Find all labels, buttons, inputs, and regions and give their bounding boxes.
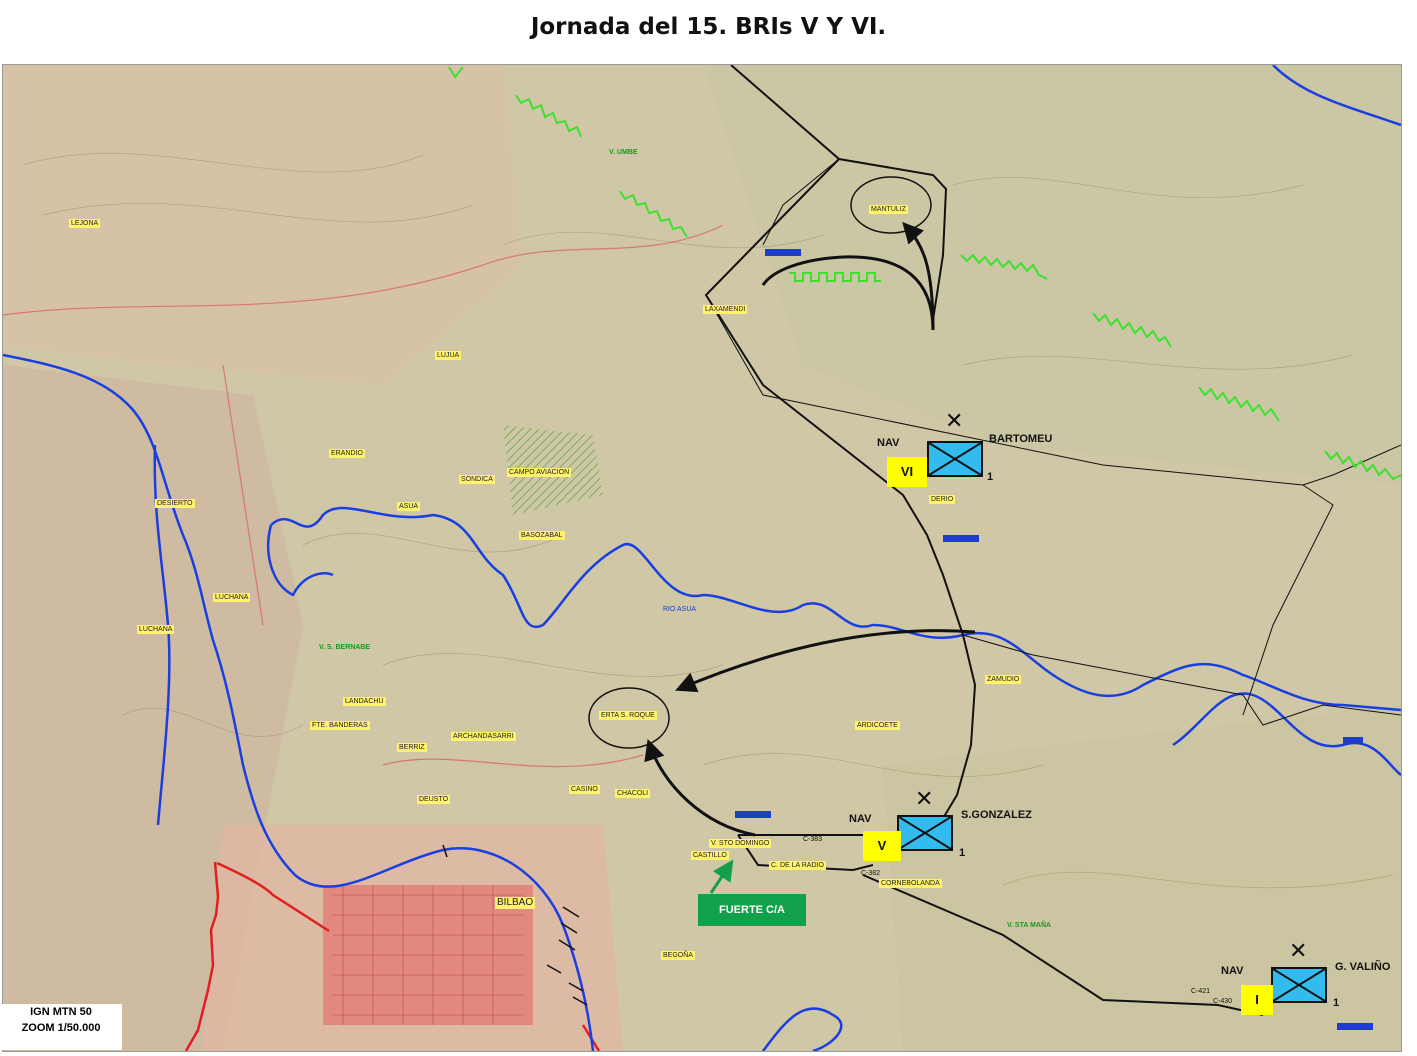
place-c421: C-421 [1191,988,1211,995]
unit-prefix: NAV [1221,965,1244,977]
place-castillo: CASTILLO [691,851,729,860]
unit-suffix: 1 [1333,997,1340,1009]
flag-icon [1343,737,1363,744]
command-cross-icon: ✕ [945,409,964,434]
place-zamudio: ZAMUDIO [985,675,1022,684]
place-bilbao: BILBAO [495,897,536,909]
place-landachu: LANDACHU [343,697,386,706]
unit-designation: VI [887,457,927,487]
unit-suffix: 1 [959,847,966,859]
command-cross-icon: ✕ [915,787,934,812]
place-luchana-1: LUCHANA [213,593,251,602]
place-berriz: BERRIZ [397,743,427,752]
source-box: IGN MTN 50 ZOOM 1/50.000 [0,1004,122,1050]
place-laxamendi: LAXAMENDI [703,305,748,314]
place-archandasarri: ARCHANDASARRI [451,732,516,741]
place-c-de-la-radio: C. DE LA RADIO [769,861,826,870]
place-lujua: LUJUA [435,351,462,360]
place-erandio: ERANDIO [329,449,365,458]
command-cross-icon: ✕ [1289,939,1308,964]
place-v-sto-domingo: V. STO DOMINGO [709,839,772,848]
unit-suffix: 1 [987,471,994,483]
place-sondica: SONDICA [459,475,495,484]
place-c383: C-383 [803,836,823,843]
place-v-umbe: V. UMBE [609,149,638,156]
place-deusto: DEUSTO [417,795,451,804]
infantry-unit-icon [1271,967,1327,1003]
place-erta-s-roque: ERTA S. ROQUE [599,711,657,720]
unit-commander: G. VALIÑO [1335,961,1391,973]
place-ardicoete: ARDICOETE [855,721,900,730]
unit-commander: BARTOMEU [989,433,1053,445]
source-line-2: ZOOM 1/50.000 [21,1022,101,1034]
place-asua: ASUA [397,502,421,511]
unit-designation: V [863,831,901,861]
place-basozabal: BASOZABAL [519,531,565,540]
place-lejona: LEJONA [69,219,101,228]
flag-icon [943,535,979,542]
place-luchana-2: LUCHANA [137,625,175,634]
source-line-1: IGN MTN 50 [30,1006,92,1018]
place-begona: BEGOÑA [661,951,695,960]
page-title: Jornada del 15. BRIs V Y VI. [530,14,887,40]
place-fte-banderas: FTE. BANDERAS [310,721,370,730]
place-rio-asua: RIO ASUA [663,606,697,613]
place-v-sta-mana: V. STA MAÑA [1007,922,1052,929]
place-campo-aviacion: CAMPO AVIACION [507,468,572,477]
unit-designation: I [1241,985,1273,1015]
place-cornebolanda: CORNEBOLANDA [879,879,942,888]
flag-icon [765,249,801,256]
map-canvas[interactable]: LEJONA V. UMBE MANTULIZ LAXAMENDI LUJUA … [2,64,1402,1052]
fuerte-callout: FUERTE C/A [698,894,806,926]
infantry-unit-icon [927,441,983,477]
place-desierto: DESIERTO [155,499,195,508]
unit-commander: S.GONZALEZ [961,809,1032,821]
unit-prefix: NAV [877,437,900,449]
flag-icon [1337,1023,1373,1030]
place-c430: C-430 [1213,998,1233,1005]
infantry-unit-icon [897,815,953,851]
place-casino: CASINO [569,785,600,794]
place-c382: C-382 [861,870,881,877]
place-mantuliz: MANTULIZ [869,205,908,214]
place-derio: DERIO [929,495,956,504]
unit-prefix: NAV [849,813,872,825]
flag-icon [735,811,771,818]
place-chacoli: CHACOLI [615,789,651,798]
place-v-s-bernabe: V. S. BERNABE [319,644,371,651]
